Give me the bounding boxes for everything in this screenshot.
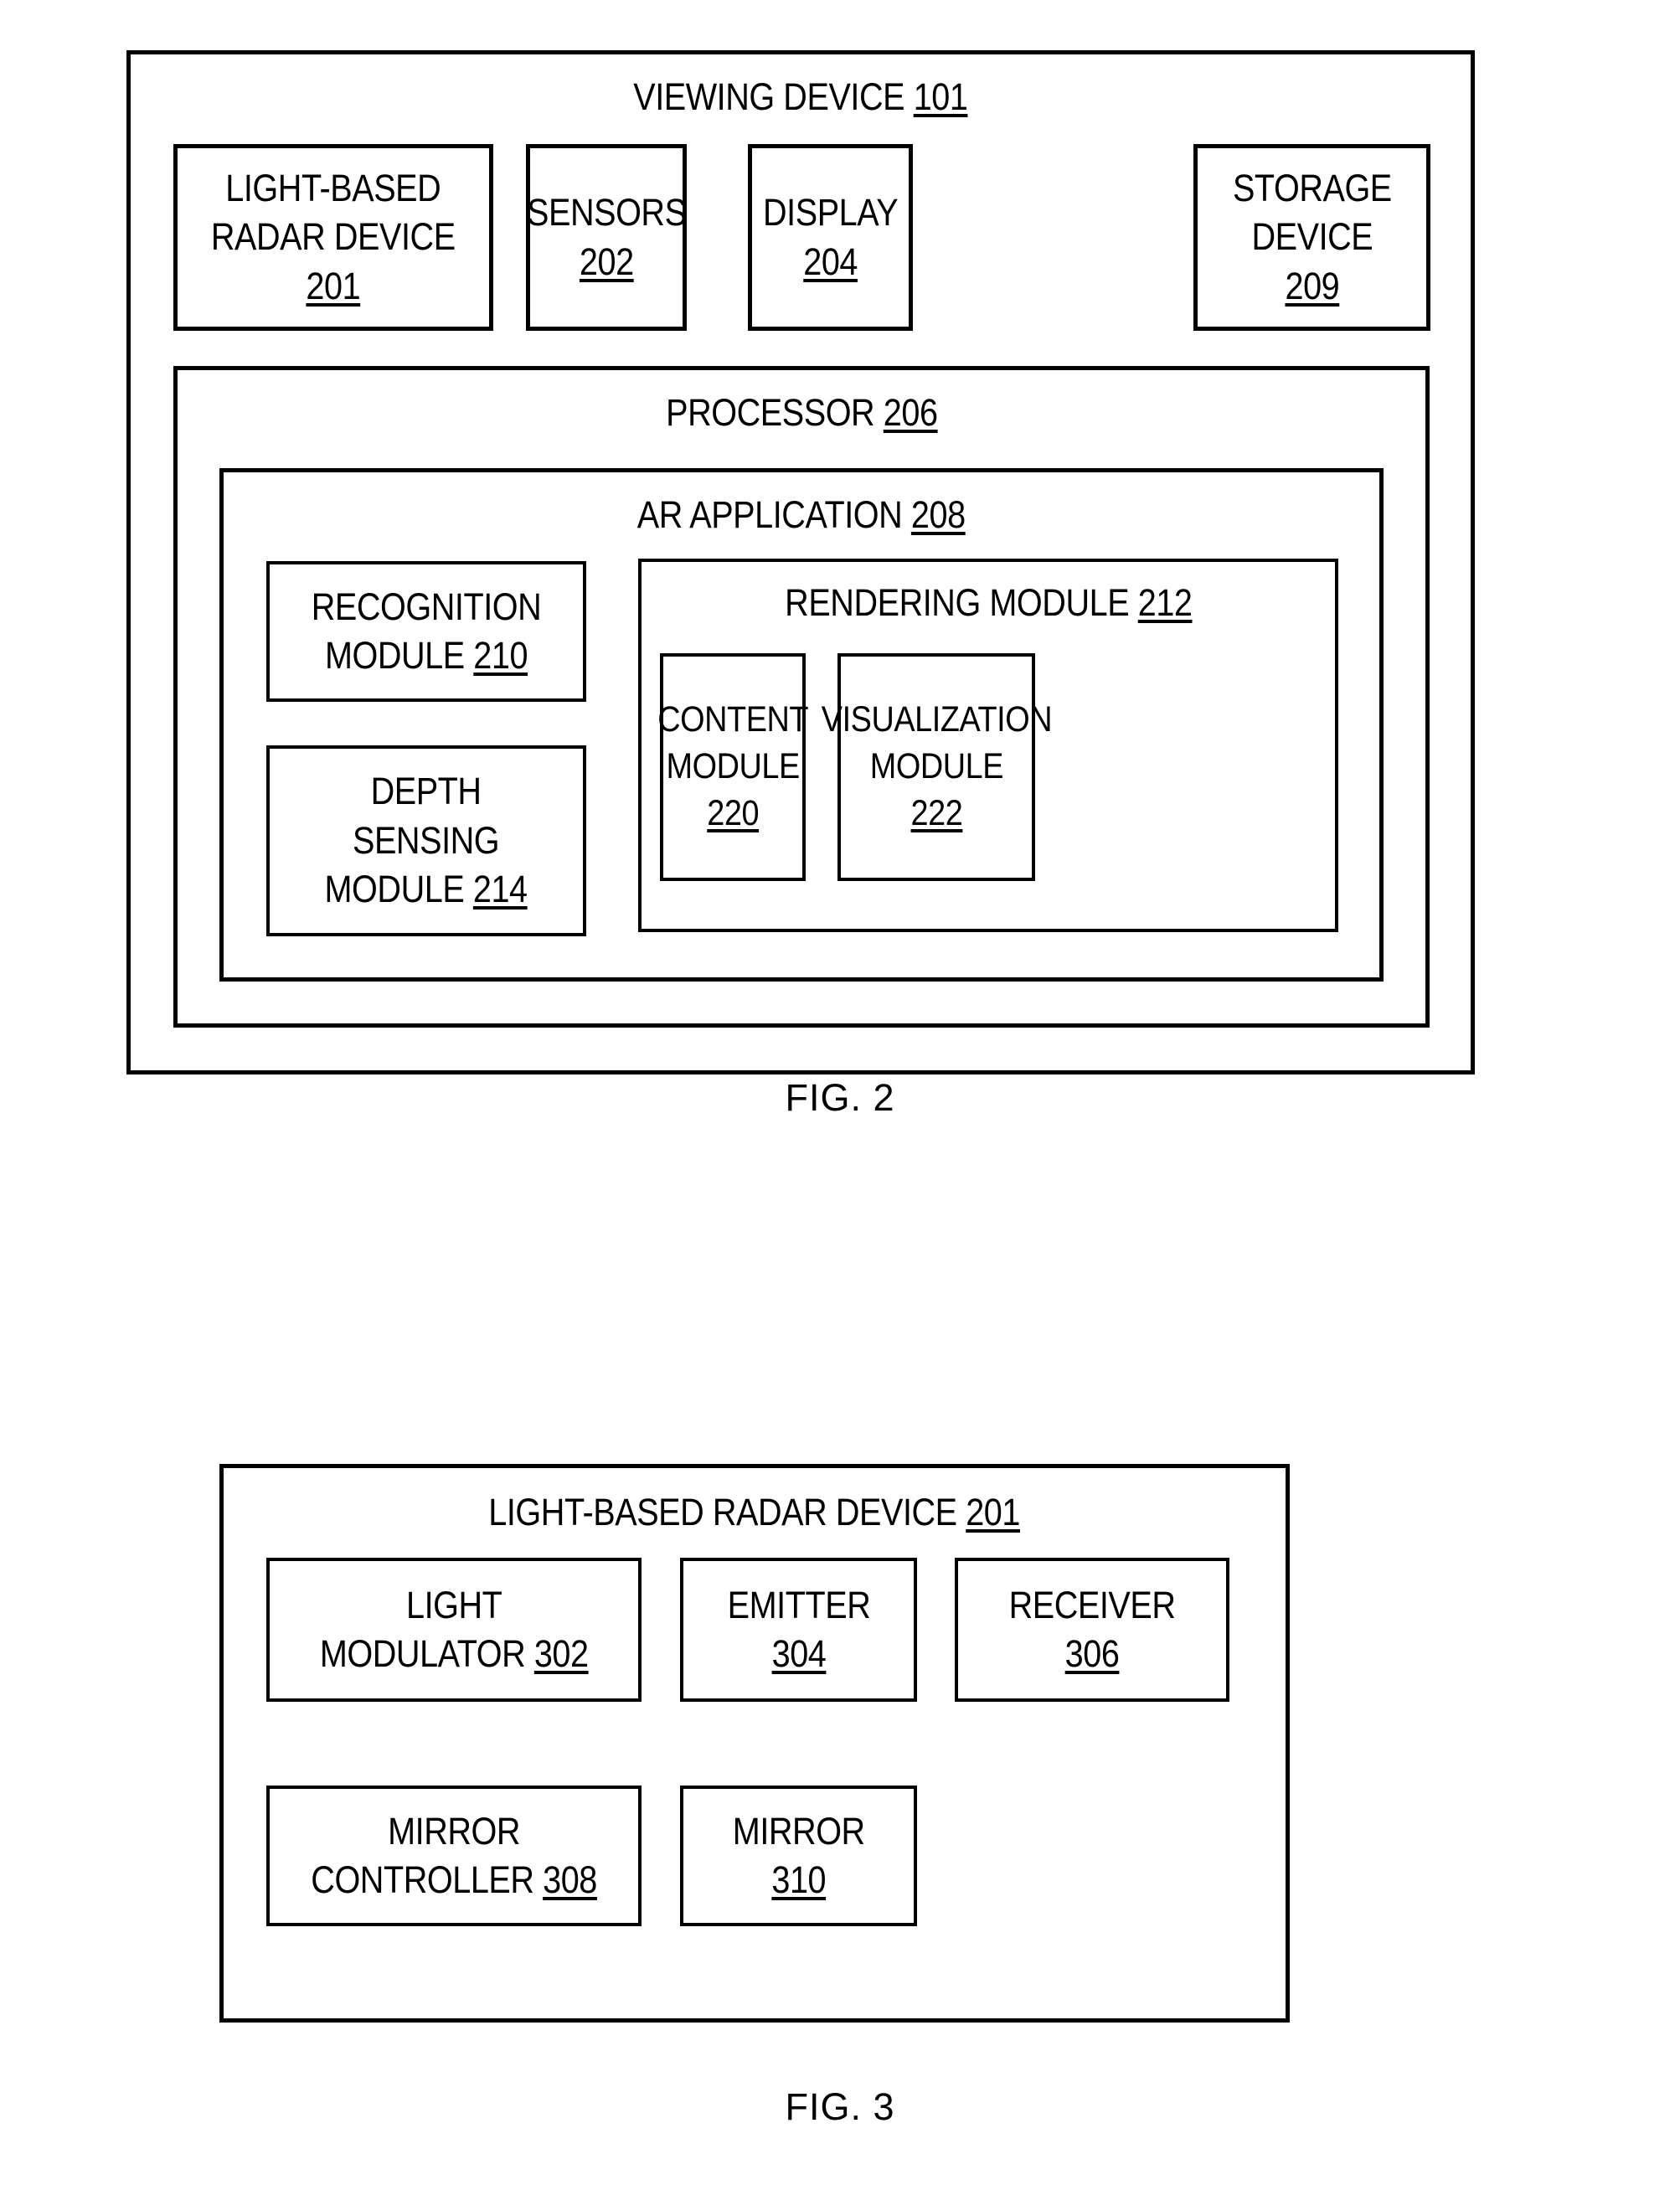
- modulator-line-2-text: MODULATOR: [319, 1632, 526, 1675]
- recognition-ref-num: 210: [473, 634, 528, 677]
- sensors-ref-num: 202: [579, 240, 634, 283]
- content-module-box: CONTENT MODULE 220: [657, 653, 808, 881]
- mirror-controller-label: MIRROR CONTROLLER 308: [311, 1807, 597, 1905]
- visualization-ref-num: 222: [910, 792, 962, 833]
- mirror-controller-line-2: CONTROLLER 308: [311, 1856, 597, 1905]
- content-line-2: MODULE: [666, 746, 800, 787]
- fig3-title-text: LIGHT-BASED RADAR DEVICE: [488, 1491, 958, 1533]
- modulator-line-2: MODULATOR 302: [320, 1630, 589, 1679]
- depth-ref-num: 214: [473, 868, 528, 911]
- receiver-box: RECEIVER 306: [955, 1558, 1229, 1702]
- storage-line-2: DEVICE: [1251, 215, 1373, 259]
- receiver-label: RECEIVER 306: [1009, 1581, 1176, 1679]
- patent-drawing-sheet: VIEWING DEVICE 101 LIGHT-BASED RADAR DEV…: [0, 0, 1680, 2185]
- visualization-line-2: MODULE: [869, 746, 1003, 787]
- processor-title: PROCESSOR 206: [178, 389, 1425, 438]
- fig3-frame-ref-num: 201: [966, 1491, 1021, 1533]
- figure-2-caption: FIG. 2: [785, 1076, 895, 1119]
- content-ref-num: 220: [707, 792, 759, 833]
- display-ref-num: 204: [803, 240, 858, 283]
- viewing-device-title: VIEWING DEVICE 101: [131, 73, 1471, 122]
- mirror-controller-ref-num: 308: [543, 1858, 597, 1901]
- display-box: DISPLAY 204: [748, 144, 913, 331]
- storage-ref-num: 209: [1285, 264, 1339, 307]
- content-line-1: CONTENT: [657, 699, 808, 740]
- recognition-module-label: RECOGNITION MODULE 210: [312, 583, 542, 681]
- storage-line-1: STORAGE: [1232, 166, 1392, 209]
- mirror-controller-box: MIRROR CONTROLLER 308: [266, 1786, 642, 1926]
- ar-application-title: AR APPLICATION 208: [224, 491, 1379, 540]
- light-based-radar-device-frame-title: LIGHT-BASED RADAR DEVICE 201: [224, 1488, 1286, 1538]
- sensors-line-1: SENSORS: [526, 191, 687, 234]
- processor-ref-num: 206: [883, 391, 938, 434]
- viewing-device-ref-num: 101: [913, 75, 968, 118]
- light-based-radar-device-frame: LIGHT-BASED RADAR DEVICE 201: [219, 1464, 1290, 2023]
- figure-3-caption: FIG. 3: [785, 2085, 895, 2128]
- radar-ref-num: 201: [306, 264, 361, 307]
- depth-sensing-module-box: DEPTH SENSING MODULE 214: [266, 745, 586, 936]
- light-modulator-label: LIGHT MODULATOR 302: [320, 1581, 589, 1679]
- mirror-box: MIRROR 310: [680, 1786, 917, 1926]
- rendering-module-title-text: RENDERING MODULE: [784, 581, 1129, 624]
- display-label: DISPLAY 204: [762, 188, 899, 286]
- emitter-line-1: EMITTER: [727, 1583, 870, 1626]
- visualization-module-label: VISUALIZATION MODULE 222: [821, 697, 1052, 837]
- depth-line-1: DEPTH: [370, 770, 482, 813]
- depth-line-3-text: MODULE: [324, 868, 465, 911]
- storage-device-box: STORAGE DEVICE 209: [1193, 144, 1430, 331]
- mirror-line-1: MIRROR: [732, 1809, 865, 1853]
- mirror-ref-num: 310: [771, 1858, 826, 1901]
- depth-sensing-module-label: DEPTH SENSING MODULE 214: [325, 767, 528, 915]
- emitter-label: EMITTER 304: [727, 1581, 870, 1679]
- modulator-ref-num: 302: [533, 1632, 589, 1675]
- light-modulator-box: LIGHT MODULATOR 302: [266, 1558, 642, 1702]
- receiver-ref-num: 306: [1064, 1632, 1120, 1675]
- content-module-label: CONTENT MODULE 220: [657, 697, 808, 837]
- radar-line-1: LIGHT-BASED: [225, 166, 441, 209]
- ar-application-ref-num: 208: [911, 493, 966, 536]
- mirror-controller-line-2-text: CONTROLLER: [311, 1858, 534, 1901]
- processor-title-text: PROCESSOR: [665, 391, 875, 434]
- mirror-label: MIRROR 310: [733, 1807, 865, 1905]
- light-based-radar-device-label: LIGHT-BASED RADAR DEVICE 201: [211, 164, 456, 312]
- ar-application-title-text: AR APPLICATION: [637, 493, 903, 536]
- recognition-line-2-text: MODULE: [324, 634, 465, 677]
- depth-line-3: MODULE 214: [325, 865, 528, 915]
- modulator-line-1: LIGHT: [405, 1583, 502, 1626]
- receiver-line-1: RECEIVER: [1008, 1583, 1176, 1626]
- mirror-controller-line-1: MIRROR: [388, 1809, 520, 1853]
- visualization-line-1: VISUALIZATION: [821, 699, 1052, 740]
- recognition-line-1: RECOGNITION: [311, 585, 542, 628]
- recognition-line-2: MODULE 210: [312, 631, 542, 681]
- sensors-label: SENSORS 202: [527, 188, 687, 286]
- display-line-1: DISPLAY: [762, 191, 899, 234]
- recognition-module-box: RECOGNITION MODULE 210: [266, 561, 586, 702]
- light-based-radar-device-box: LIGHT-BASED RADAR DEVICE 201: [173, 144, 493, 331]
- radar-line-2: RADAR DEVICE: [211, 215, 456, 259]
- rendering-module-ref-num: 212: [1137, 581, 1193, 624]
- rendering-module-title: RENDERING MODULE 212: [642, 579, 1335, 628]
- emitter-ref-num: 304: [771, 1632, 826, 1675]
- emitter-box: EMITTER 304: [680, 1558, 917, 1702]
- viewing-device-title-text: VIEWING DEVICE: [633, 75, 905, 118]
- sensors-box: SENSORS 202: [526, 144, 687, 331]
- visualization-module-box: VISUALIZATION MODULE 222: [821, 653, 1052, 881]
- storage-device-label: STORAGE DEVICE 209: [1233, 164, 1392, 312]
- depth-line-2: SENSING: [353, 818, 500, 862]
